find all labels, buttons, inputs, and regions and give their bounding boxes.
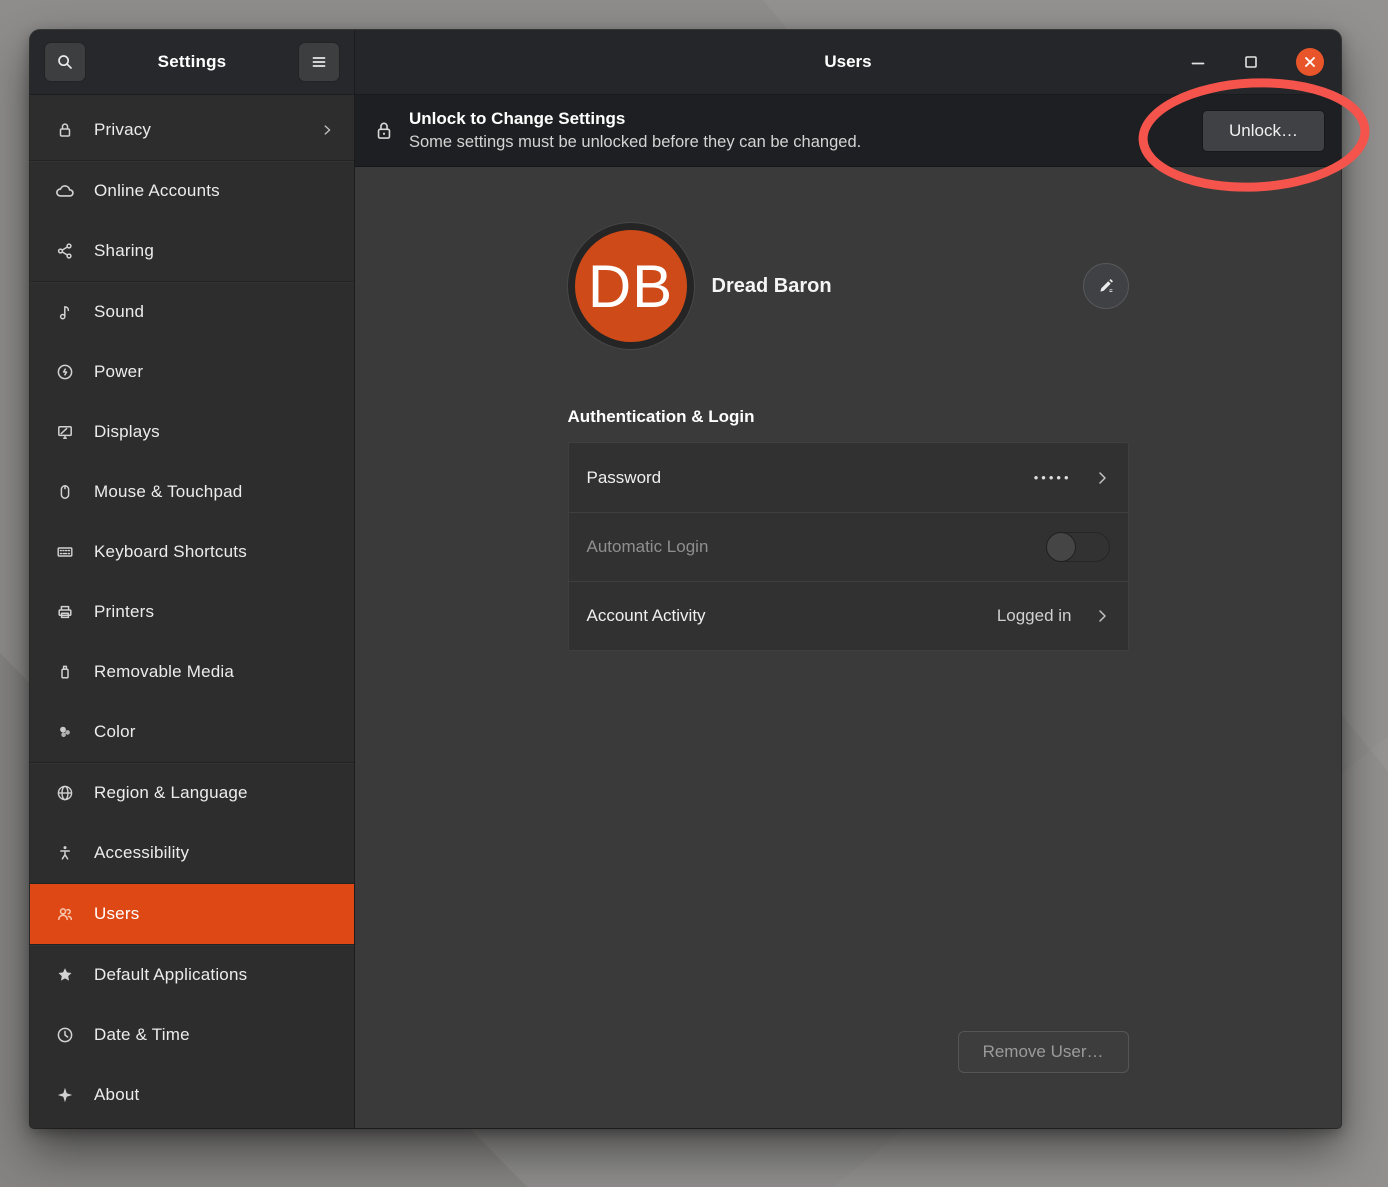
remove-user-button[interactable]: Remove User… <box>958 1031 1129 1073</box>
usb-drive-icon <box>54 661 76 683</box>
keyboard-icon <box>54 541 76 563</box>
lock-icon <box>373 119 395 143</box>
sidebar-title: Settings <box>158 52 227 72</box>
account-activity-value: Logged in <box>997 606 1072 626</box>
sidebar-item-displays[interactable]: Displays <box>30 402 354 462</box>
sidebar-item-region-language[interactable]: Region & Language <box>30 763 354 823</box>
pencil-icon <box>1096 276 1116 296</box>
chevron-right-icon <box>1094 608 1110 624</box>
automatic-login-toggle[interactable] <box>1046 532 1110 562</box>
clock-icon <box>54 1024 76 1046</box>
sparkle-icon <box>54 1084 76 1106</box>
unlock-banner: Unlock to Change Settings Some settings … <box>355 95 1341 167</box>
search-button[interactable] <box>44 42 86 82</box>
auth-login-card: Password ••••• Automatic Login Account A… <box>568 442 1129 651</box>
lock-icon <box>54 119 76 141</box>
banner-subtitle: Some settings must be unlocked before th… <box>409 131 1202 153</box>
automatic-login-row: Automatic Login <box>569 512 1128 581</box>
titlebar: Users <box>355 30 1341 95</box>
star-icon <box>54 964 76 986</box>
users-content: DB Dread Baron Authentication & Login Pa <box>355 167 1341 1128</box>
color-profile-icon <box>54 721 76 743</box>
maximize-button[interactable] <box>1243 54 1259 70</box>
automatic-login-label: Automatic Login <box>587 537 1046 557</box>
sidebar: Settings Privacy Online Accounts <box>30 30 355 1128</box>
sidebar-item-printers[interactable]: Printers <box>30 582 354 642</box>
sidebar-list: Privacy Online Accounts Sharing Sound <box>30 95 354 1128</box>
power-icon <box>54 361 76 383</box>
password-label: Password <box>587 468 1034 488</box>
chevron-right-icon <box>320 123 334 137</box>
password-dots: ••••• <box>1034 470 1072 485</box>
edit-name-button[interactable] <box>1083 263 1129 309</box>
hamburger-icon <box>309 52 329 72</box>
display-icon <box>54 421 76 443</box>
section-heading: Authentication & Login <box>568 407 1129 427</box>
sidebar-item-power[interactable]: Power <box>30 342 354 402</box>
unlock-button[interactable]: Unlock… <box>1202 110 1325 152</box>
password-row[interactable]: Password ••••• <box>569 443 1128 512</box>
sidebar-item-removable-media[interactable]: Removable Media <box>30 642 354 702</box>
content-column: DB Dread Baron Authentication & Login Pa <box>568 167 1129 1128</box>
desktop-background: Settings Privacy Online Accounts <box>0 0 1388 1187</box>
maximize-icon <box>1243 54 1259 70</box>
close-button[interactable] <box>1296 48 1324 76</box>
sidebar-item-color[interactable]: Color <box>30 702 354 762</box>
sidebar-item-keyboard-shortcuts[interactable]: Keyboard Shortcuts <box>30 522 354 582</box>
sidebar-item-mouse-touchpad[interactable]: Mouse & Touchpad <box>30 462 354 522</box>
chevron-right-icon <box>1094 470 1110 486</box>
minimize-button[interactable] <box>1190 54 1206 70</box>
share-icon <box>54 240 76 262</box>
window-controls <box>1190 48 1341 76</box>
sidebar-item-accessibility[interactable]: Accessibility <box>30 823 354 883</box>
settings-window: Settings Privacy Online Accounts <box>30 30 1341 1128</box>
mouse-icon <box>54 481 76 503</box>
avatar-initials: DB <box>588 252 673 321</box>
sidebar-header: Settings <box>30 30 354 95</box>
sidebar-item-about[interactable]: About <box>30 1065 354 1125</box>
main-panel: Users Unlock t <box>355 30 1341 1128</box>
user-row: DB Dread Baron <box>568 223 1129 349</box>
users-icon <box>54 903 76 925</box>
accessibility-icon <box>54 842 76 864</box>
banner-title: Unlock to Change Settings <box>409 108 1202 131</box>
avatar[interactable]: DB <box>568 223 694 349</box>
account-activity-row[interactable]: Account Activity Logged in <box>569 581 1128 650</box>
sidebar-item-sharing[interactable]: Sharing <box>30 221 354 281</box>
menu-button[interactable] <box>298 42 340 82</box>
toggle-knob <box>1046 532 1076 562</box>
globe-icon <box>54 782 76 804</box>
sidebar-item-online-accounts[interactable]: Online Accounts <box>30 161 354 221</box>
sidebar-item-sound[interactable]: Sound <box>30 282 354 342</box>
cloud-icon <box>54 180 76 202</box>
sidebar-item-date-time[interactable]: Date & Time <box>30 1005 354 1065</box>
minimize-icon <box>1190 54 1206 70</box>
sidebar-item-privacy[interactable]: Privacy <box>30 100 354 160</box>
search-icon <box>55 52 75 72</box>
printer-icon <box>54 601 76 623</box>
sidebar-item-default-applications[interactable]: Default Applications <box>30 945 354 1005</box>
account-activity-label: Account Activity <box>587 606 997 626</box>
music-note-icon <box>54 301 76 323</box>
sidebar-item-users[interactable]: Users <box>30 884 354 944</box>
user-name: Dread Baron <box>712 275 832 298</box>
close-icon <box>1303 55 1317 69</box>
banner-text: Unlock to Change Settings Some settings … <box>409 108 1202 153</box>
